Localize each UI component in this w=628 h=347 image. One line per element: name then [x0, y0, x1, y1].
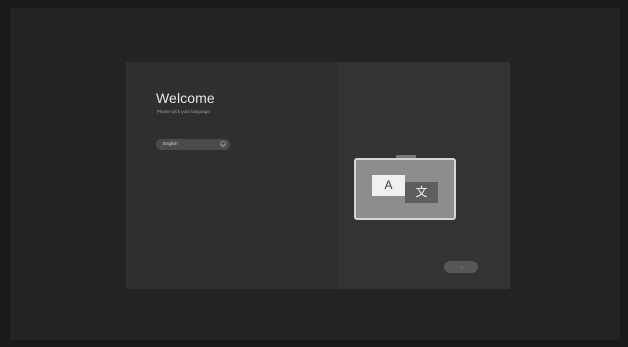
chevron-down-icon — [220, 141, 226, 147]
next-button[interactable]: → — [444, 261, 478, 273]
language-illustration: A 文 — [354, 158, 456, 220]
language-select[interactable]: English — [156, 139, 230, 150]
language-select-value: English — [163, 141, 178, 146]
cjk-glyph-icon: 文 — [405, 182, 438, 203]
page-title: Welcome — [156, 90, 215, 106]
latin-glyph-icon: A — [372, 175, 405, 196]
page-subtitle: Please pick your language — [157, 109, 210, 114]
